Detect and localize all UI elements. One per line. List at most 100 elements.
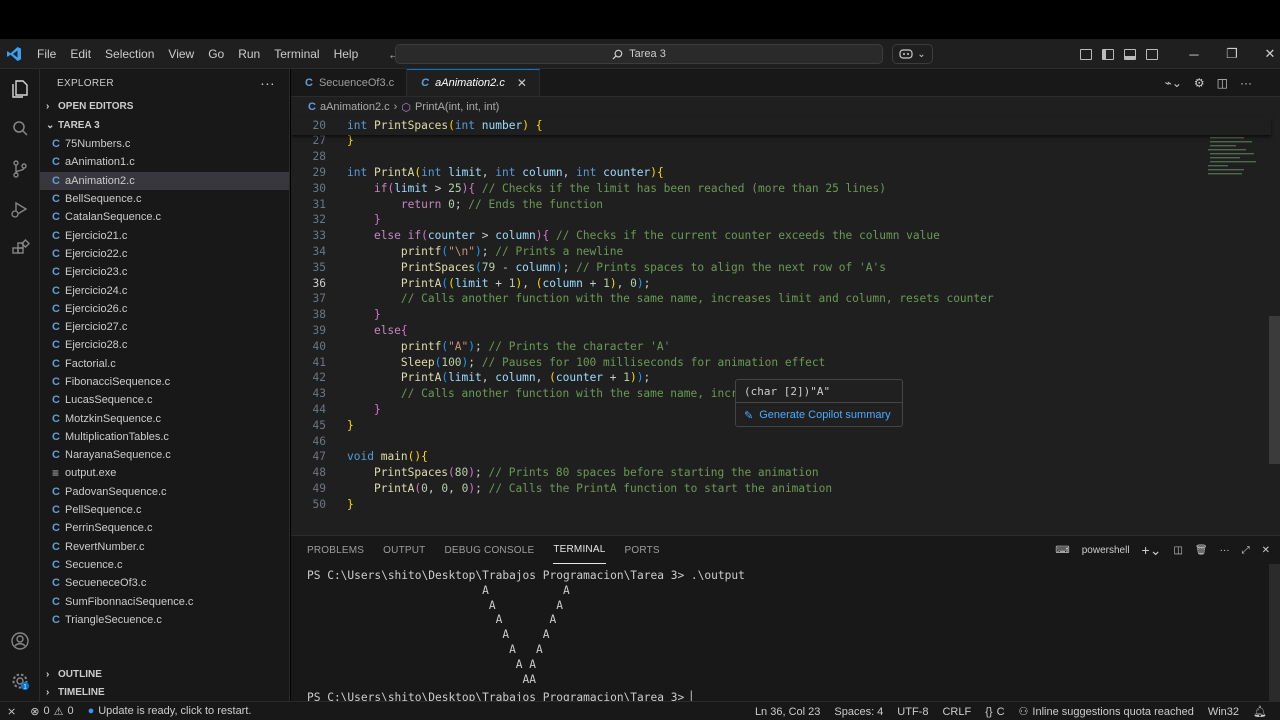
menu-item-view[interactable]: View bbox=[161, 39, 201, 69]
code-line[interactable]: 39 else{ bbox=[291, 322, 1191, 338]
file-item[interactable]: C SecueneceOf3.c bbox=[40, 574, 289, 592]
code-line[interactable]: 32 } bbox=[291, 212, 1191, 228]
close-window-icon[interactable]: ✕ bbox=[1251, 46, 1280, 62]
language-mode[interactable]: {} C bbox=[978, 706, 1011, 718]
file-item[interactable]: C BellSequence.c bbox=[40, 190, 289, 208]
code-line[interactable]: 49 PrintA(0, 0, 0); // Calls the PrintA … bbox=[291, 480, 1191, 496]
code-line[interactable]: 35 PrintSpaces(79 - column); // Prints s… bbox=[291, 259, 1191, 275]
menu-item-run[interactable]: Run bbox=[231, 39, 267, 69]
toggle-sidebar-icon[interactable] bbox=[1102, 48, 1114, 60]
menu-item-help[interactable]: Help bbox=[327, 39, 366, 69]
update-notification[interactable]: ● Update is ready, click to restart. bbox=[81, 705, 259, 717]
file-item[interactable]: C FibonacciSequence.c bbox=[40, 373, 289, 391]
code-editor[interactable]: 20 int PrintSpaces(int number) { 26 retu… bbox=[291, 117, 1280, 535]
breadcrumb-file[interactable]: aAnimation2.c bbox=[320, 101, 390, 113]
panel-tab-ports[interactable]: PORTS bbox=[625, 536, 660, 564]
minimize-icon[interactable]: ─ bbox=[1175, 47, 1213, 62]
line-ending[interactable]: CRLF bbox=[935, 706, 978, 718]
manage-gear-icon[interactable]: 1 bbox=[8, 669, 32, 693]
copilot-edits-icon[interactable]: ⌁⌄ bbox=[1165, 76, 1182, 90]
code-line[interactable]: 31 return 0; // Ends the function bbox=[291, 196, 1191, 212]
menu-item-file[interactable]: File bbox=[30, 39, 63, 69]
code-line[interactable]: 50} bbox=[291, 496, 1191, 512]
file-item[interactable]: C MotzkinSequence.c bbox=[40, 409, 289, 427]
file-item[interactable]: C TriangleSecuence.c bbox=[40, 611, 289, 629]
code-line[interactable]: 41 Sleep(100); // Pauses for 100 millise… bbox=[291, 354, 1191, 370]
search-view-icon[interactable] bbox=[8, 117, 32, 141]
file-item[interactable]: C Ejercicio27.c bbox=[40, 318, 289, 336]
terminal-output[interactable]: PS C:\Users\shito\Desktop\Trabajos Progr… bbox=[307, 569, 745, 706]
code-line[interactable]: 30 if(limit > 25){ // Checks if the limi… bbox=[291, 180, 1191, 196]
split-terminal-icon[interactable]: ◫ bbox=[1173, 545, 1182, 556]
file-item[interactable]: C Factorial.c bbox=[40, 355, 289, 373]
explorer-icon[interactable] bbox=[8, 77, 32, 101]
indentation[interactable]: Spaces: 4 bbox=[827, 706, 890, 718]
cursor-position[interactable]: Ln 36, Col 23 bbox=[748, 706, 827, 718]
command-center-search[interactable]: Tarea 3 bbox=[395, 44, 883, 64]
source-control-icon[interactable] bbox=[8, 157, 32, 181]
accounts-icon[interactable] bbox=[8, 629, 32, 653]
outline-section[interactable]: › OUTLINE bbox=[40, 665, 290, 684]
menu-item-selection[interactable]: Selection bbox=[98, 39, 161, 69]
panel-tab-terminal[interactable]: TERMINAL bbox=[553, 536, 606, 564]
panel-tab-debug-console[interactable]: DEBUG CONSOLE bbox=[444, 536, 534, 564]
more-actions-icon[interactable]: ··· bbox=[260, 75, 275, 91]
code-line[interactable]: 28 bbox=[291, 149, 1191, 165]
code-line[interactable]: 38 } bbox=[291, 307, 1191, 323]
file-item[interactable]: C Ejercicio28.c bbox=[40, 336, 289, 354]
customize-layout-icon[interactable] bbox=[1080, 48, 1092, 60]
new-terminal-icon[interactable]: +⌄ bbox=[1142, 542, 1162, 559]
code-line[interactable]: 46 bbox=[291, 433, 1191, 449]
editor-scrollbar[interactable] bbox=[1269, 316, 1280, 464]
sticky-scroll-line[interactable]: 20 int PrintSpaces(int number) { bbox=[291, 117, 1271, 135]
file-item[interactable]: CaAnimation1.c bbox=[40, 153, 289, 171]
shell-name[interactable]: powershell bbox=[1082, 545, 1130, 556]
file-item[interactable]: C PadovanSequence.c bbox=[40, 483, 289, 501]
file-item[interactable]: C Ejercicio24.c bbox=[40, 281, 289, 299]
timeline-section[interactable]: › TIMELINE bbox=[40, 683, 290, 702]
settings-gear-icon[interactable]: ⚙ bbox=[1194, 76, 1205, 90]
file-item[interactable]: C CatalanSequence.c bbox=[40, 208, 289, 226]
generate-copilot-summary-link[interactable]: ✎ Generate Copilot summary bbox=[736, 403, 902, 427]
breadcrumb-symbol[interactable]: PrintA(int, int, int) bbox=[415, 101, 499, 113]
toggle-panel-icon[interactable] bbox=[1124, 48, 1136, 60]
file-item[interactable]: C LucasSequence.c bbox=[40, 391, 289, 409]
code-line[interactable]: 40 printf("A"); // Prints the character … bbox=[291, 338, 1191, 354]
copilot-menu-button[interactable]: ⌄ bbox=[892, 44, 933, 64]
terminal-scrollbar[interactable] bbox=[1269, 564, 1280, 702]
file-item[interactable]: C Ejercicio22.c bbox=[40, 245, 289, 263]
file-item[interactable]: C RevertNumber.c bbox=[40, 538, 289, 556]
close-panel-icon[interactable]: ✕ bbox=[1262, 545, 1270, 556]
file-item[interactable]: C Secuence.c bbox=[40, 556, 289, 574]
maximize-panel-icon[interactable]: ⤢ bbox=[1242, 545, 1250, 556]
platform[interactable]: Win32 bbox=[1201, 706, 1246, 718]
copilot-status[interactable]: ⚇ Inline suggestions quota reached bbox=[1012, 705, 1201, 719]
editor-tab[interactable]: CaAnimation2.c ✕ bbox=[407, 69, 540, 96]
encoding[interactable]: UTF-8 bbox=[890, 706, 935, 718]
file-item[interactable]: C SumFibonnaciSequence.c bbox=[40, 592, 289, 610]
file-item[interactable]: C Ejercicio21.c bbox=[40, 226, 289, 244]
run-debug-icon[interactable] bbox=[8, 197, 32, 221]
open-editors-section[interactable]: › OPEN EDITORS bbox=[40, 97, 289, 116]
notifications-bell-icon[interactable]: 🔔︎ bbox=[1246, 705, 1274, 718]
editor-tab[interactable]: C SecuenceOf3.c bbox=[291, 69, 408, 96]
menu-item-go[interactable]: Go bbox=[201, 39, 231, 69]
file-item[interactable]: C PellSequence.c bbox=[40, 501, 289, 519]
panel-tab-problems[interactable]: PROBLEMS bbox=[307, 536, 364, 564]
file-item[interactable]: C 75Numbers.c bbox=[40, 135, 289, 153]
code-line[interactable]: 47 void main(){ bbox=[291, 449, 1191, 465]
remote-indicator[interactable]: ⨯ bbox=[0, 705, 23, 718]
code-line[interactable]: 36 PrintA((limit + 1), (column + 1), 0); bbox=[291, 275, 1191, 291]
code-line[interactable]: 34 printf("\n"); // Prints a newline bbox=[291, 243, 1191, 259]
extensions-icon[interactable] bbox=[8, 237, 32, 261]
code-line[interactable]: 33 else if(counter > column){ // Checks … bbox=[291, 228, 1191, 244]
menu-item-terminal[interactable]: Terminal bbox=[267, 39, 326, 69]
toggle-secondary-sidebar-icon[interactable] bbox=[1146, 48, 1158, 60]
file-item[interactable]: C Ejercicio26.c bbox=[40, 300, 289, 318]
more-actions-icon[interactable]: ··· bbox=[1240, 76, 1252, 90]
restore-icon[interactable]: ❐ bbox=[1213, 46, 1251, 62]
file-item[interactable]: C NarayanaSequence.c bbox=[40, 446, 289, 464]
kill-terminal-icon[interactable]: 🗑 bbox=[1195, 545, 1208, 556]
file-item[interactable]: CaAnimation2.c bbox=[40, 171, 289, 190]
code-line[interactable]: 27} bbox=[291, 133, 1191, 149]
